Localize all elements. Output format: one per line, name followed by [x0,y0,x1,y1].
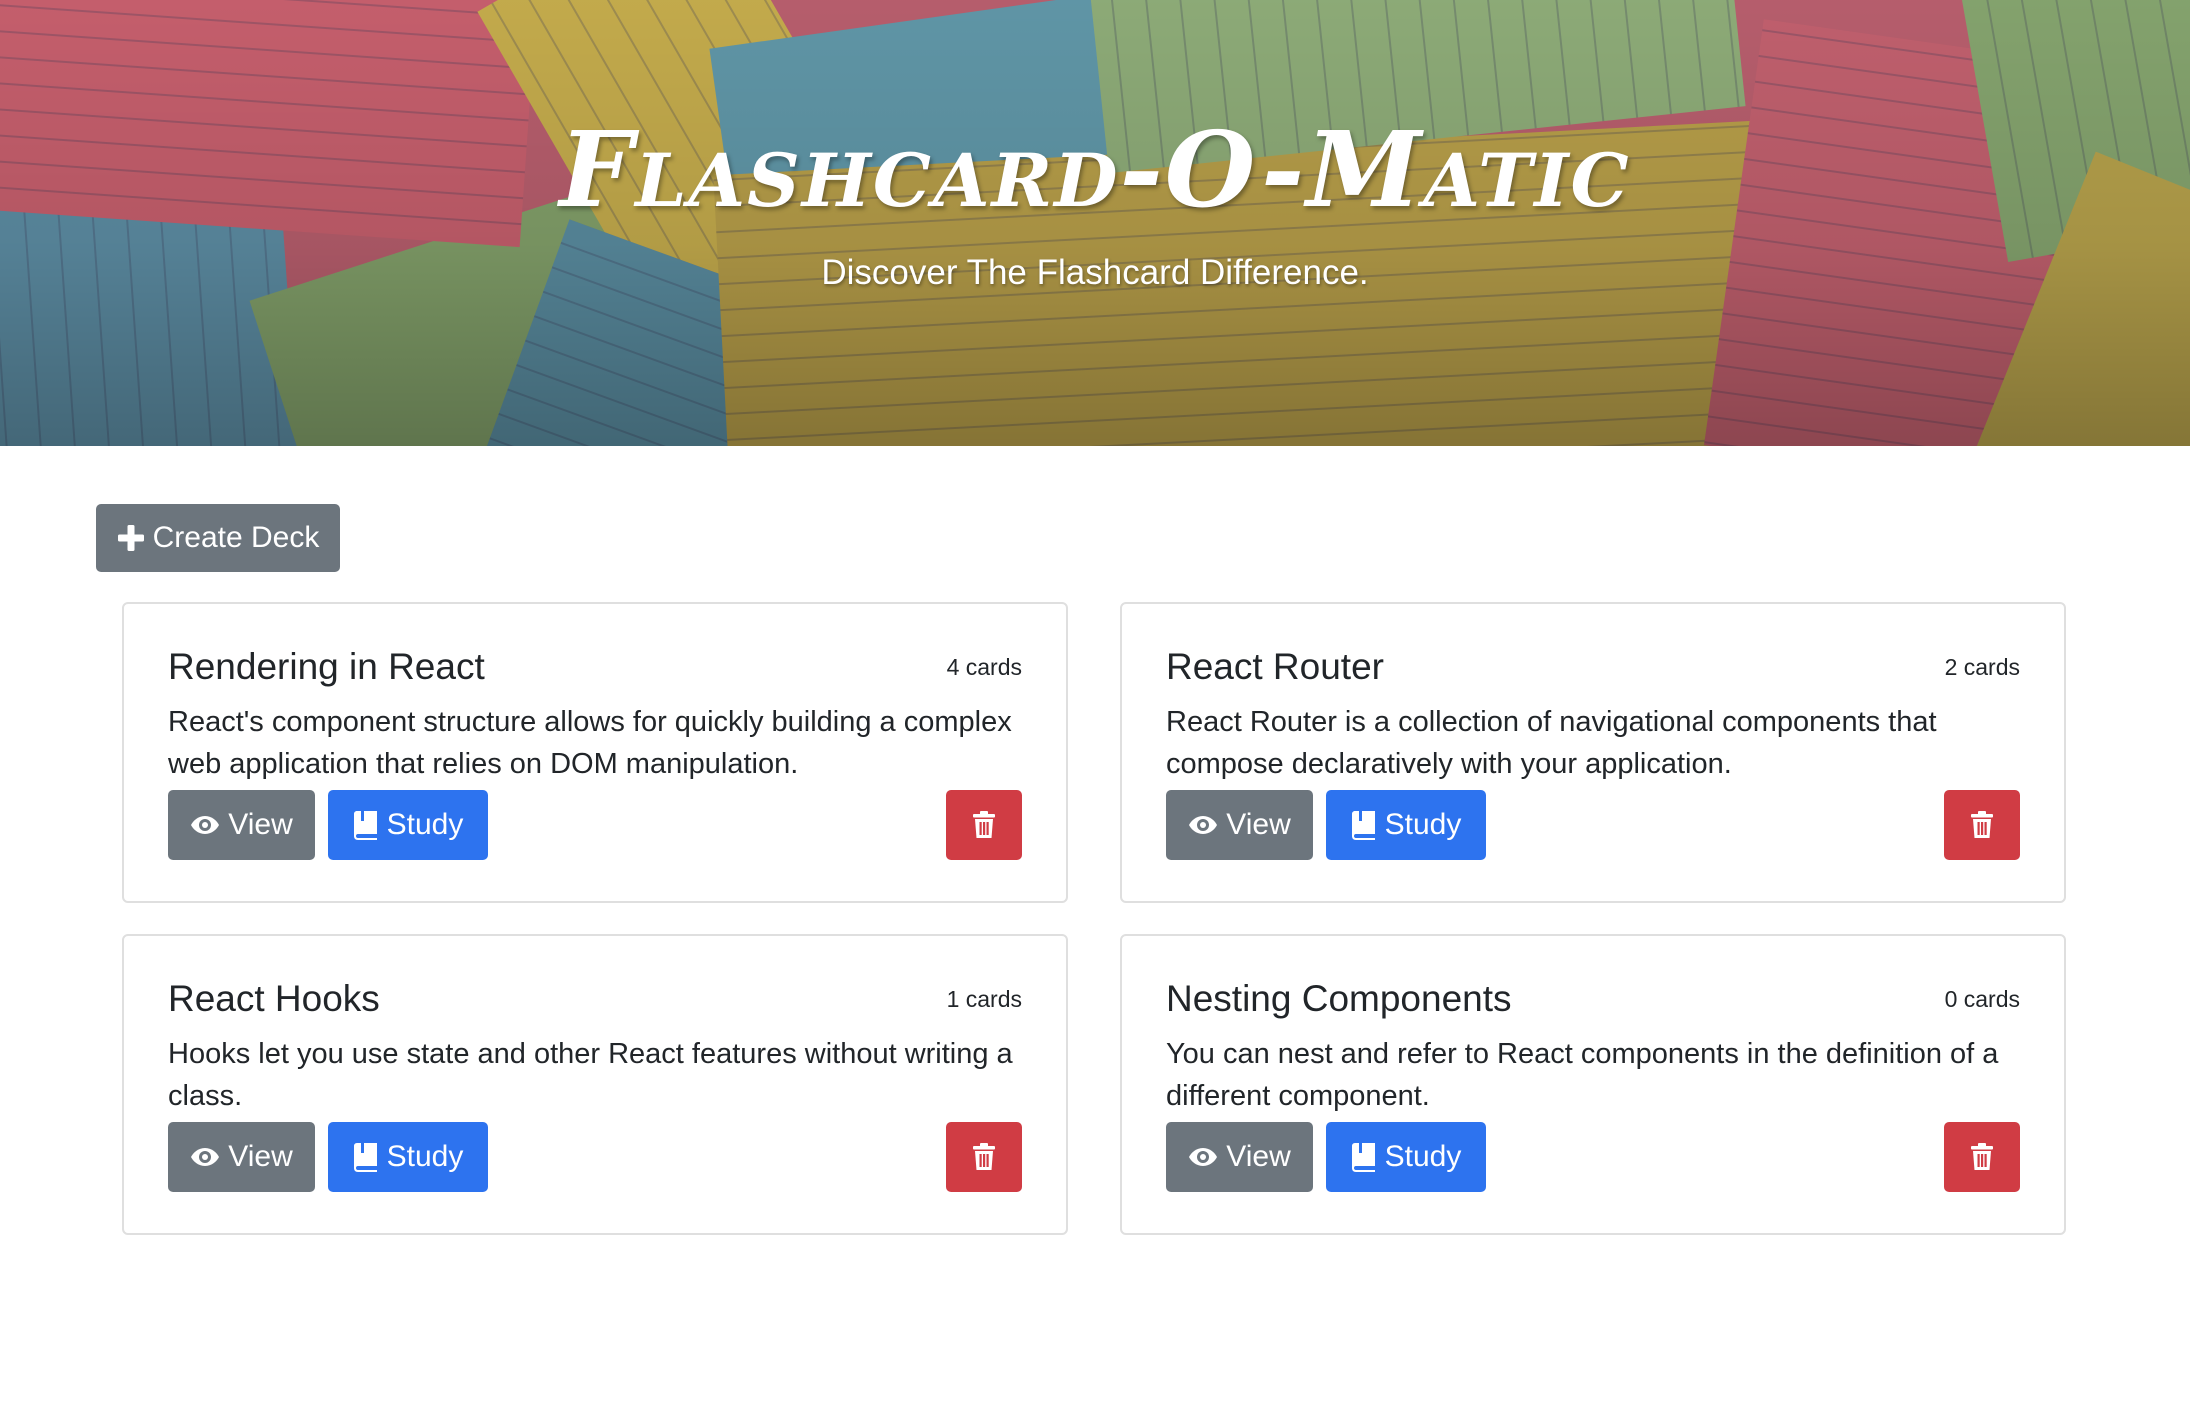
main-content: Create Deck Rendering in React 4 cards R… [0,446,2190,1411]
delete-deck-button[interactable] [946,1122,1022,1192]
book-icon [353,1143,377,1172]
plus-icon [117,525,144,551]
deck-card: Nesting Components 0 cards You can nest … [1120,934,2066,1235]
deck-actions: View Study [168,1122,1022,1192]
book-icon [1351,811,1375,840]
trash-icon [973,1143,995,1170]
study-label: Study [1384,808,1462,841]
deck-name: Rendering in React [168,646,485,687]
view-label: View [1226,1140,1291,1173]
deck-actions: View Study [168,790,1022,860]
deck-card-count: 1 cards [946,986,1022,1012]
deck-card: React Hooks 1 cards Hooks let you use st… [122,934,1068,1235]
trash-icon [1971,1143,1993,1170]
deck-description: React's component structure allows for q… [168,706,1012,780]
view-label: View [1226,808,1291,841]
study-deck-button[interactable]: Study [328,1122,488,1192]
hero-banner: Flashcard-O-Matic Discover The Flashcard… [0,0,2190,446]
study-label: Study [386,1140,464,1173]
trash-icon [1971,811,1993,838]
view-label: View [228,808,293,841]
delete-deck-button[interactable] [1944,790,2020,860]
view-deck-button[interactable]: View [168,1122,315,1192]
deck-card-count: 2 cards [1944,654,2020,680]
eye-icon [1189,1148,1218,1166]
app-subtitle: Discover The Flashcard Difference. [821,253,1369,292]
deck-description: Hooks let you use state and other React … [168,1038,1013,1112]
eye-icon [1189,816,1218,834]
eye-icon [191,816,220,834]
study-label: Study [386,808,464,841]
book-icon [1351,1143,1375,1172]
create-deck-label: Create Deck [152,521,320,554]
view-deck-button[interactable]: View [1166,790,1313,860]
deck-card: Rendering in React 4 cards React's compo… [122,602,1068,903]
create-deck-button[interactable]: Create Deck [96,504,340,572]
deck-card-count: 4 cards [946,654,1022,680]
eye-icon [191,1148,220,1166]
deck-name: React Router [1166,646,1384,687]
deck-description: React Router is a collection of navigati… [1166,706,1937,780]
deck-description: You can nest and refer to React componen… [1166,1038,1999,1112]
deck-name: Nesting Components [1166,978,1512,1019]
study-label: Study [1384,1140,1462,1173]
deck-actions: View Study [1166,1122,2020,1192]
book-icon [353,811,377,840]
study-deck-button[interactable]: Study [1326,790,1486,860]
trash-icon [973,811,995,838]
study-deck-button[interactable]: Study [1326,1122,1486,1192]
app-title: Flashcard-O-Matic [559,108,1631,231]
deck-card: React Router 2 cards React Router is a c… [1120,602,2066,903]
view-deck-button[interactable]: View [168,790,315,860]
deck-actions: View Study [1166,790,2020,860]
deck-card-count: 0 cards [1944,986,2020,1012]
study-deck-button[interactable]: Study [328,790,488,860]
deck-name: React Hooks [168,978,380,1019]
deck-list: Rendering in React 4 cards React's compo… [122,602,2066,1235]
delete-deck-button[interactable] [946,790,1022,860]
delete-deck-button[interactable] [1944,1122,2020,1192]
view-label: View [228,1140,293,1173]
view-deck-button[interactable]: View [1166,1122,1313,1192]
